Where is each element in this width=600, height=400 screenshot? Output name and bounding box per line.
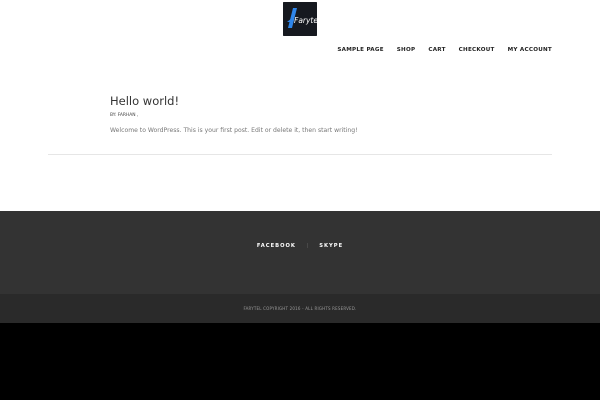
nav-item-checkout[interactable]: CHECKOUT bbox=[459, 47, 495, 53]
main-content: Hello world! BY: FARHAN , Welcome to Wor… bbox=[0, 72, 600, 211]
post-title[interactable]: Hello world! bbox=[110, 94, 179, 108]
social-links: FACEBOOK | SKYPE bbox=[0, 243, 600, 249]
social-link-skype[interactable]: SKYPE bbox=[319, 243, 343, 249]
site-logo[interactable]: Farytel bbox=[283, 2, 317, 36]
nav-item-sample-page[interactable]: SAMPLE PAGE bbox=[337, 47, 383, 53]
footer-social: FACEBOOK | SKYPE bbox=[0, 211, 600, 294]
page-bottom-area bbox=[0, 323, 600, 400]
copyright-text: FARYTEL COPYRIGHT 2016 - ALL RIGHTS RESE… bbox=[243, 306, 357, 311]
nav-item-cart[interactable]: CART bbox=[428, 47, 445, 53]
site-header: Farytel SAMPLE PAGE SHOP CART CHECKOUT M… bbox=[0, 0, 600, 72]
post-excerpt: Welcome to WordPress. This is your first… bbox=[110, 127, 358, 134]
nav-item-shop[interactable]: SHOP bbox=[397, 47, 416, 53]
social-separator: | bbox=[306, 243, 309, 249]
content-divider bbox=[48, 154, 552, 155]
logo-text: Farytel bbox=[294, 16, 317, 25]
social-link-facebook[interactable]: FACEBOOK bbox=[257, 243, 296, 249]
post-meta-author: BY: FARHAN , bbox=[110, 113, 139, 118]
nav-item-my-account[interactable]: MY ACCOUNT bbox=[508, 47, 552, 53]
farytel-logo-icon: Farytel bbox=[283, 2, 317, 36]
footer-copyright-bar: FARYTEL COPYRIGHT 2016 - ALL RIGHTS RESE… bbox=[0, 294, 600, 323]
main-navigation: SAMPLE PAGE SHOP CART CHECKOUT MY ACCOUN… bbox=[337, 47, 552, 53]
